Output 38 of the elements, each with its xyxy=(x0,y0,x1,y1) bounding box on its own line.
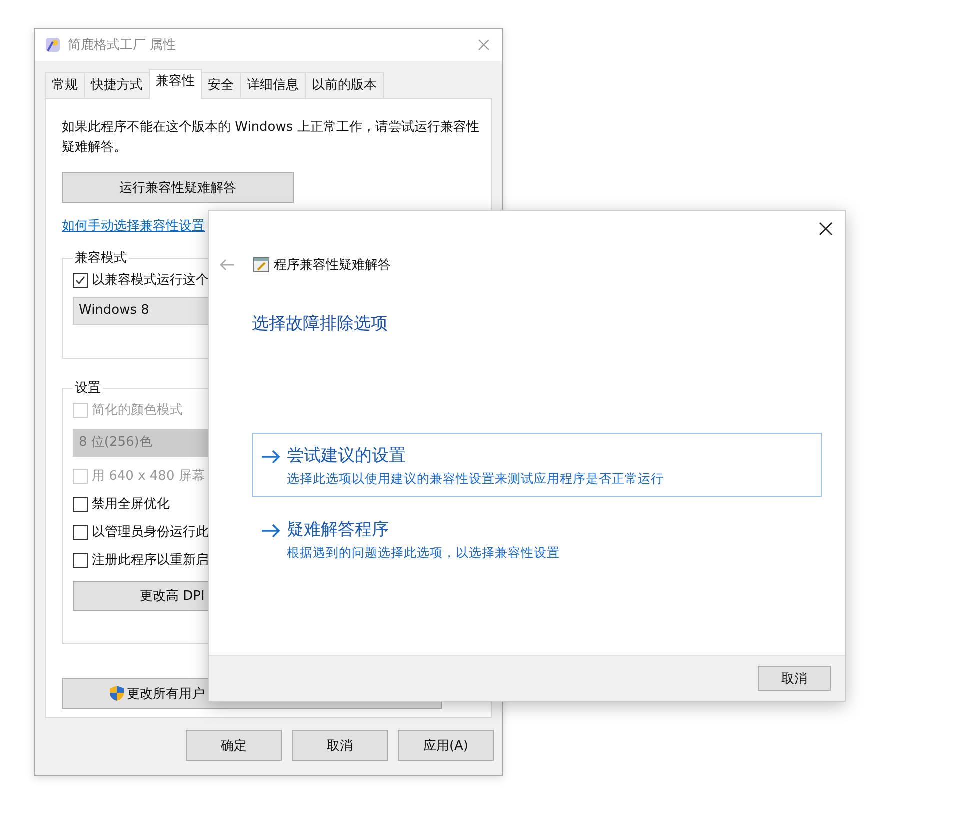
checkbox[interactable] xyxy=(73,524,88,540)
cancel-button[interactable]: 取消 xyxy=(758,666,831,691)
arrow-icon xyxy=(261,524,281,538)
shield-icon xyxy=(109,685,125,702)
checkbox-label: 用 640 x 480 屏幕 xyxy=(92,468,205,485)
arrow-icon xyxy=(261,450,281,464)
page-heading: 选择故障排除选项 xyxy=(252,313,389,335)
dialog-button[interactable]: 取消 xyxy=(292,730,388,761)
option-title: 尝试建议的设置 xyxy=(287,445,407,467)
checkmark-icon xyxy=(75,274,86,286)
program-icon xyxy=(253,257,270,273)
troubleshoot-option[interactable]: 疑难解答程序 根据遇到的问题选择此选项，以选择兼容性设置 xyxy=(252,507,822,571)
checkbox[interactable] xyxy=(73,552,88,568)
troubleshoot-button[interactable]: 运行兼容性疑难解答 xyxy=(62,172,294,203)
option-description: 根据遇到的问题选择此选项，以选择兼容性设置 xyxy=(287,545,560,562)
window-title: 简鹿格式工厂 属性 xyxy=(68,37,178,54)
group-label: 设置 xyxy=(74,380,102,397)
tab[interactable]: 以前的版本 xyxy=(305,72,384,99)
dialog-button[interactable]: 应用(A) xyxy=(398,730,494,761)
checkbox[interactable] xyxy=(73,272,88,288)
checkbox-label: 以兼容模式运行这个 xyxy=(92,272,209,289)
close-icon[interactable] xyxy=(819,222,833,236)
option-title: 疑难解答程序 xyxy=(287,519,390,541)
checkbox-label: 以管理员身份运行此 xyxy=(92,524,209,541)
app-icon xyxy=(44,36,62,54)
checkbox[interactable] xyxy=(73,496,88,512)
window-title: 程序兼容性疑难解答 xyxy=(274,257,391,274)
manual-settings-link[interactable]: 如何手动选择兼容性设置 xyxy=(62,217,205,235)
tab[interactable]: 常规 xyxy=(45,72,85,99)
checkbox-label: 禁用全屏优化 xyxy=(92,496,170,513)
group-label: 兼容模式 xyxy=(74,250,128,267)
dialog-button[interactable]: 确定 xyxy=(186,730,282,761)
checkbox-label: 注册此程序以重新启 xyxy=(92,552,209,569)
option-description: 选择此选项以使用建议的兼容性设置来测试应用程序是否正常运行 xyxy=(287,471,664,488)
troubleshoot-option[interactable]: 尝试建议的设置 选择此选项以使用建议的兼容性设置来测试应用程序是否正常运行 xyxy=(252,433,822,497)
intro-text: 如果此程序不能在这个版本的 Windows 上正常工作，请尝试运行兼容性疑难解答。 xyxy=(62,119,480,157)
checkbox-label: 简化的颜色模式 xyxy=(92,402,183,419)
tab[interactable]: 兼容性 xyxy=(149,69,202,99)
